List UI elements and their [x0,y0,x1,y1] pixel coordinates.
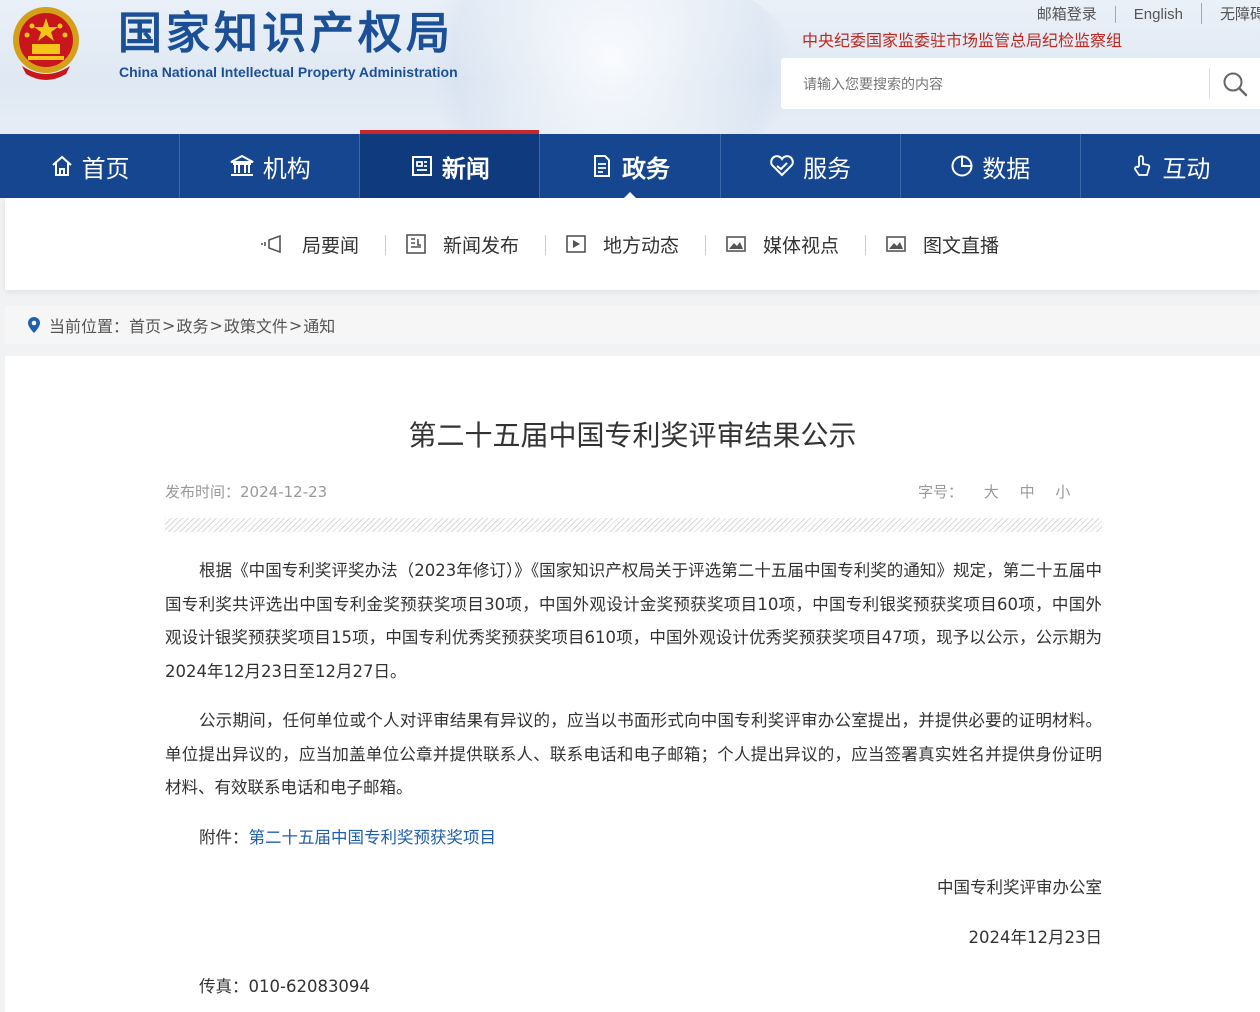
article-body: 根据《中国专利奖评奖办法（2023年修订）》《国家知识产权局关于评选第二十五届中… [165,554,1102,821]
breadcrumb-separator: > [288,315,303,335]
nav-item-government-affairs[interactable]: 政务 [539,134,719,199]
article-paragraph: 根据《中国专利奖评奖办法（2023年修订）》《国家知识产权局关于评选第二十五届中… [165,561,1102,681]
publish-info: 发布时间：2024-12-23 [165,481,327,502]
nav-item-label: 数据 [982,154,1031,183]
breadcrumb-notice[interactable]: 通知 [303,313,335,337]
top-links: 邮箱登录English无障碍 [1019,3,1260,24]
government-affairs-icon [593,155,610,177]
nav-item-service[interactable]: 服务 [719,134,900,198]
org-name-cn[interactable]: 国家知识产权局 [118,8,454,60]
fax-number: 010-62083094 [248,977,370,996]
fax-info: 传真：010-62083094 [199,973,370,997]
nav-item-label: 新闻 [441,154,490,183]
nav-item-interaction[interactable]: 互动 [1079,134,1260,198]
publish-date: 2024-12-23 [240,483,328,501]
search-divider [1209,68,1210,98]
breadcrumb-home[interactable]: 首页 [129,313,161,337]
attachment-link[interactable]: 第二十五届中国专利奖预获奖项目 [249,828,497,847]
subnav-item-label: 地方动态 [602,234,679,257]
font-size-large-button[interactable]: 大 [984,483,999,501]
article-paragraph: 公示期间，任何单位或个人对评审结果有异议的，应当以书面形式向中国专利奖评审办公室… [165,711,1102,797]
subnav-item-bureau-news[interactable]: 局要闻 [240,231,385,258]
subnav-item-label: 图文直播 [923,234,1000,257]
fax-label: 传真： [199,977,249,996]
subnav-item-media-views[interactable]: 媒体视点 [705,231,865,258]
document-icon [406,234,426,254]
subnav-item-label: 媒体视点 [763,234,840,257]
search-input[interactable] [801,58,1205,111]
nav-item-news[interactable]: 新闻 [359,130,540,198]
discipline-inspection-link[interactable]: 中央纪委国家监委驻市场监管总局纪检监察组 [802,27,1122,51]
image-icon [726,236,746,252]
mail-login-link[interactable]: 邮箱登录 [1019,3,1115,24]
divider-stripe [165,518,1102,532]
publish-label: 发布时间： [165,483,241,501]
nav-item-label: 首页 [81,154,130,183]
breadcrumb-government-affairs[interactable]: 政务 [176,313,208,337]
subnav-item-local-news[interactable]: 地方动态 [544,231,705,258]
article-container: 第二十五届中国专利奖评审结果公示 发布时间：2024-12-23 字号： 大 中… [5,356,1260,1012]
font-size-medium-button[interactable]: 中 [1020,483,1035,501]
location-pin-icon [28,317,40,333]
megaphone-icon [261,234,281,254]
nav-item-label: 政务 [621,154,670,183]
font-size-label: 字号： [918,483,964,501]
institution-icon [230,154,254,176]
service-icon [770,155,794,177]
news-icon [411,156,432,176]
accessibility-link[interactable]: 无障碍 [1201,3,1260,24]
site-header: 国家知识产权局 China National Intellectual Prop… [0,0,1260,134]
home-icon [51,155,72,176]
national-emblem-icon [13,7,79,80]
video-icon [566,235,586,253]
breadcrumb-prefix: 当前位置： [49,317,130,336]
image-icon [886,236,906,252]
english-link[interactable]: English [1114,6,1201,23]
org-name-en[interactable]: China National Intellectual Property Adm… [119,64,458,80]
main-nav: 首页 机构 新闻 政务 服务 数据 互动 [0,130,1260,199]
font-size-switcher: 字号： 大 中 小 [918,481,1070,502]
nav-item-label: 互动 [1162,154,1211,183]
subnav-item-press-release[interactable]: 新闻发布 [384,231,545,258]
breadcrumb-policy-documents[interactable]: 政策文件 [224,313,288,337]
nav-item-data[interactable]: 数据 [899,134,1080,198]
interaction-icon [1134,155,1151,176]
nav-item-label: 服务 [803,154,852,183]
subnav-item-photo-live[interactable]: 图文直播 [865,231,1025,258]
search-icon[interactable] [1221,70,1249,98]
breadcrumb: 当前位置： 首页 > 政务 > 政策文件 > 通知 [5,306,1260,344]
signature: 中国专利奖评审办公室 [937,878,1102,897]
signature-date: 2024年12月23日 [968,928,1102,947]
nav-item-institution[interactable]: 机构 [179,134,359,198]
attachment: 附件：第二十五届中国专利奖预获奖项目 [199,824,496,848]
article-title: 第二十五届中国专利奖评审结果公示 [408,419,857,452]
breadcrumb-separator: > [162,315,176,335]
subnav-item-label: 新闻发布 [442,234,519,257]
attachment-label: 附件： [199,828,249,847]
font-size-small-button[interactable]: 小 [1055,483,1070,501]
search-box [781,58,1260,111]
nav-item-label: 机构 [262,154,311,183]
data-icon [951,155,973,177]
sub-nav: 局要闻 新闻发布 地方动态 媒体视点 图文直播 [5,198,1260,290]
breadcrumb-separator: > [209,315,223,335]
subnav-item-label: 局要闻 [301,234,359,257]
nav-item-home[interactable]: 首页 [0,134,179,198]
